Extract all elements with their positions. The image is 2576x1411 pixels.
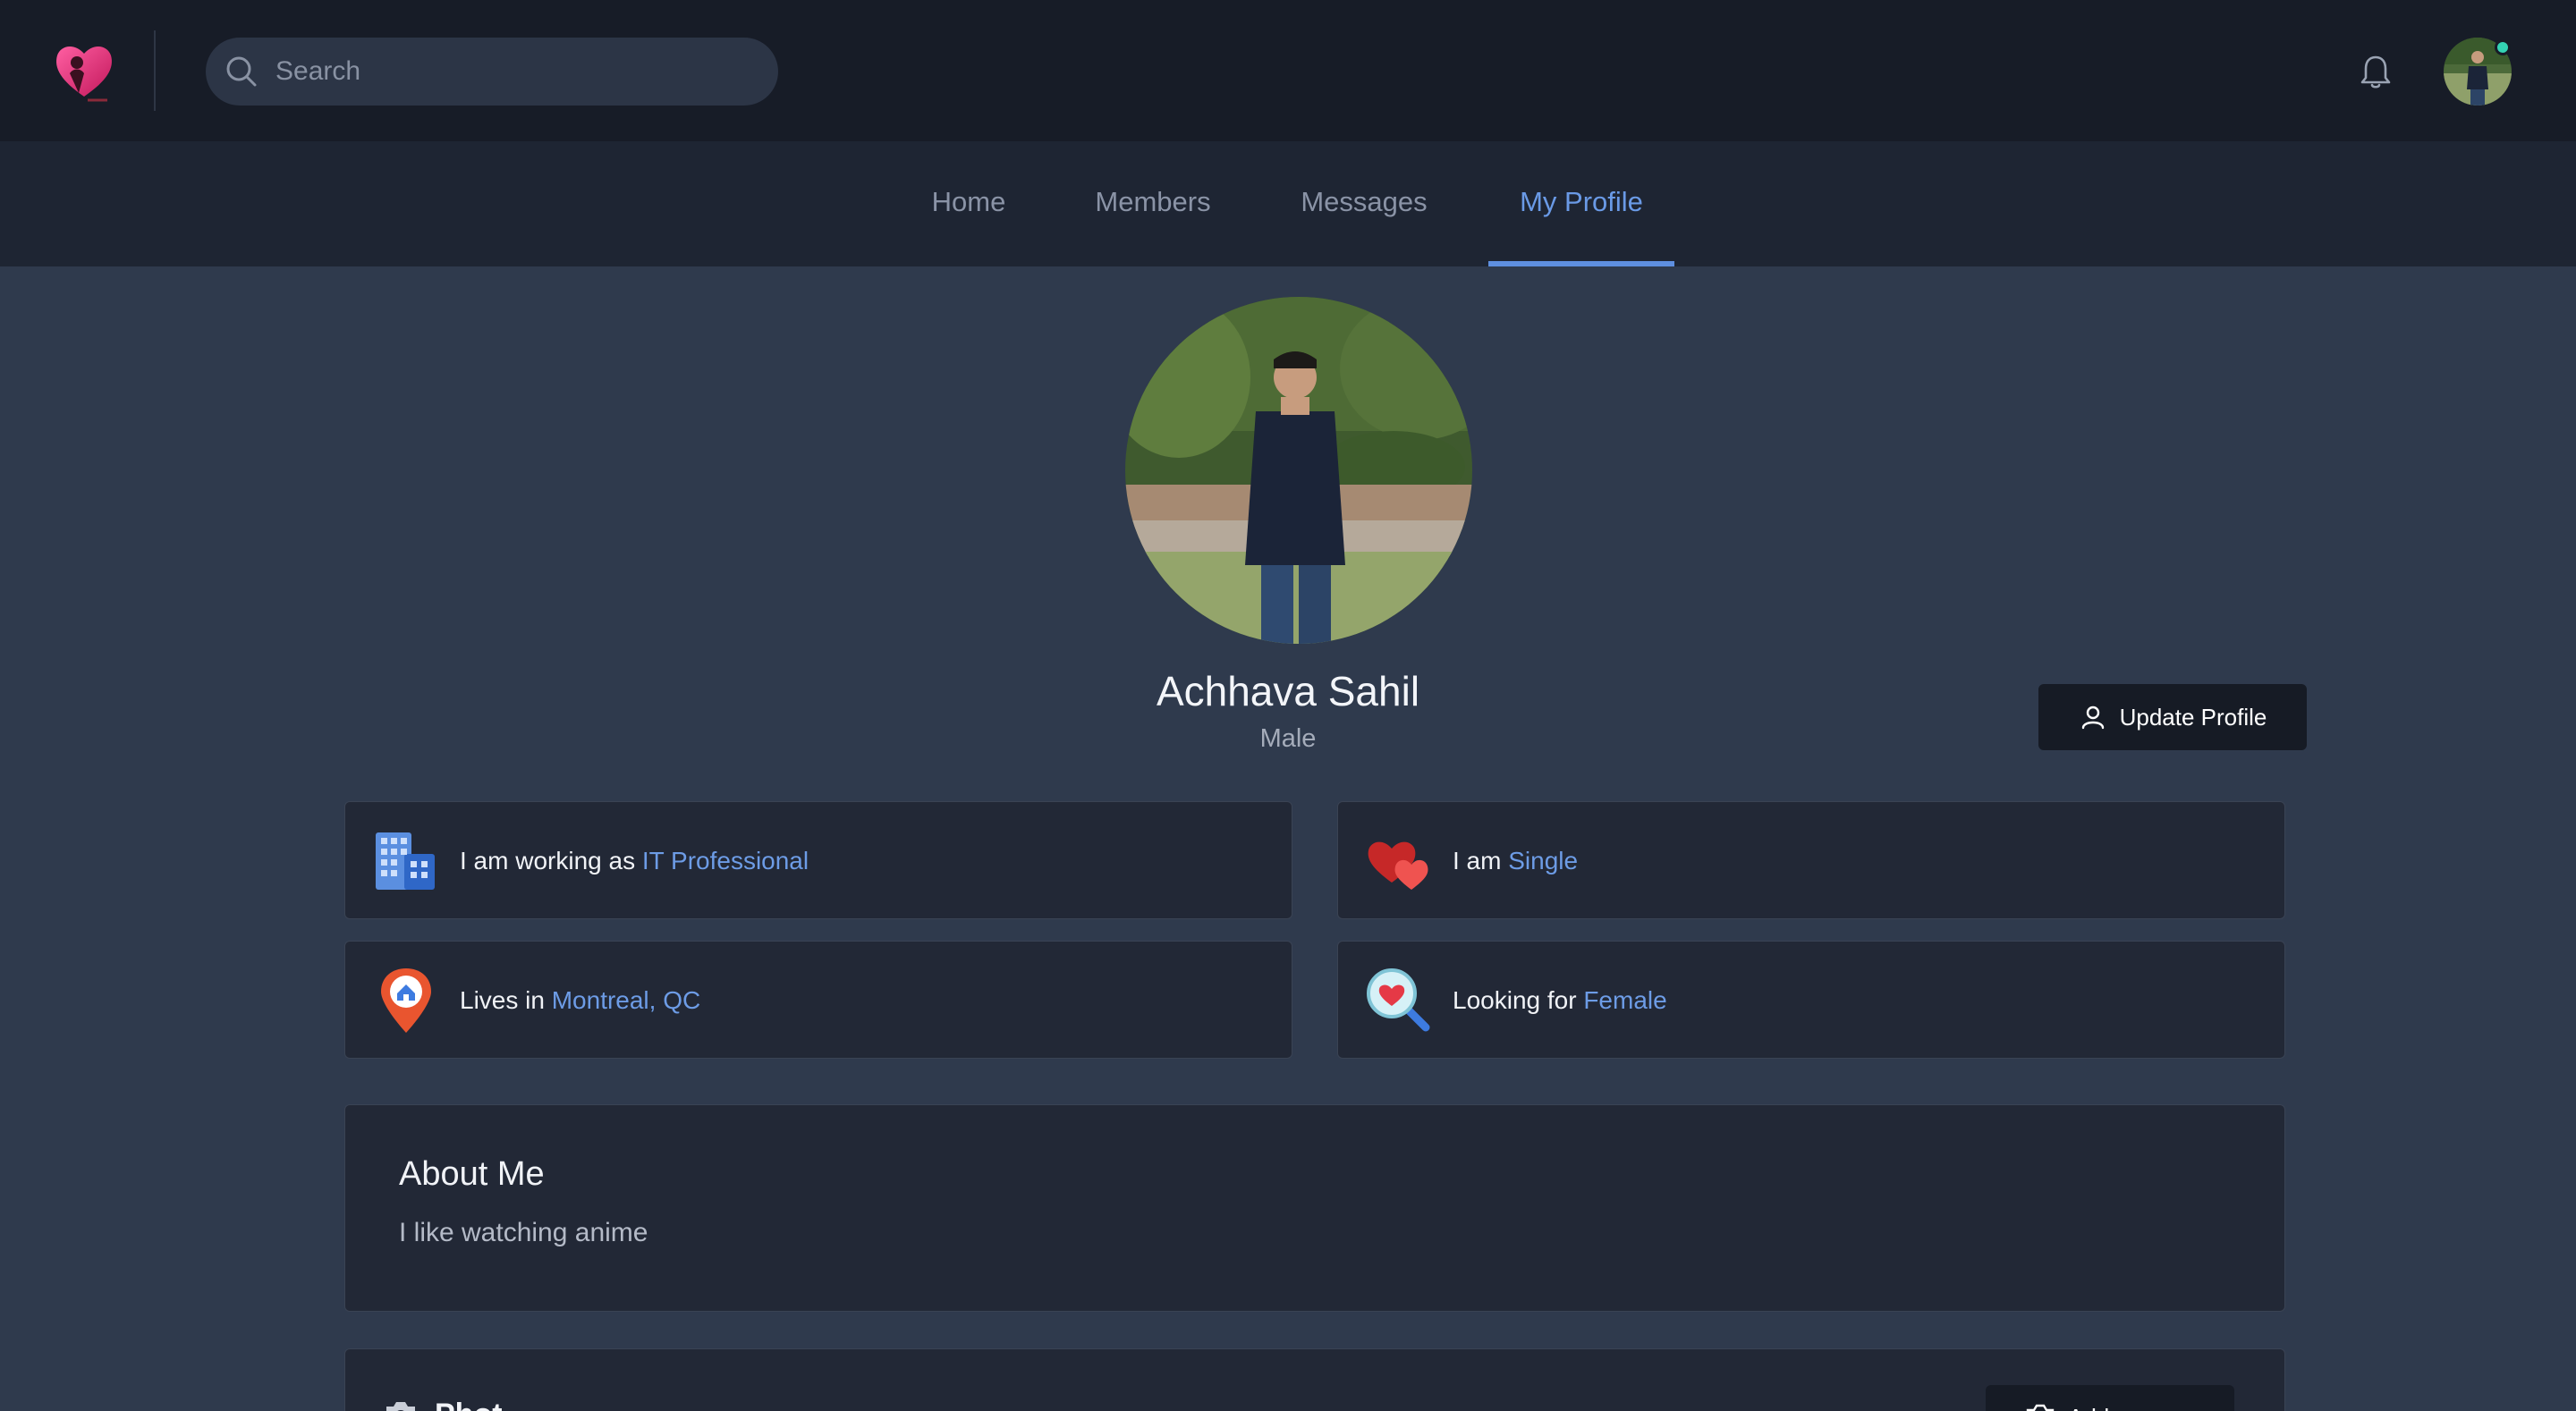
profile-photo [1125, 297, 1472, 644]
location-text: Lives in Montreal, QC [460, 942, 700, 1060]
camera-icon [386, 1402, 415, 1411]
photos-title: Phot [435, 1398, 503, 1411]
two-hearts-icon [1368, 841, 1428, 890]
add-photo-label: Add [2068, 1404, 2109, 1411]
location-value: Montreal, QC [551, 986, 701, 1014]
about-me-title: About Me [399, 1155, 545, 1193]
online-status-dot [2495, 39, 2511, 55]
heart-search-icon [1367, 968, 1430, 1032]
work-prefix: I am working as [460, 847, 642, 874]
search-bar[interactable] [206, 38, 778, 106]
home-pin-icon [381, 968, 431, 1033]
camera-plus-icon [2026, 1404, 2055, 1411]
tab-members[interactable]: Members [1084, 141, 1222, 266]
office-building-icon [376, 832, 435, 890]
user-icon [2081, 706, 2104, 730]
about-me-text: I like watching anime [399, 1218, 648, 1247]
logo-divider [154, 30, 156, 111]
location-prefix: Lives in [460, 986, 552, 1014]
profile-name: Achhava Sahil [1156, 668, 1420, 714]
work-text: I am working as IT Professional [460, 802, 809, 920]
about-me-card: About Me I like watching anime [344, 1104, 2285, 1312]
app-logo-icon[interactable] [52, 38, 116, 106]
photos-card: Phot Add [344, 1348, 2285, 1411]
update-profile-label: Update Profile [2119, 703, 2267, 731]
status-prefix: I am [1453, 847, 1509, 874]
update-profile-button[interactable]: Update Profile [2038, 684, 2307, 750]
looking-for-card: Looking for Female [1337, 941, 2285, 1059]
status-value: Single [1508, 847, 1579, 874]
location-card: Lives in Montreal, QC [344, 941, 1292, 1059]
profile-gender: Male [1259, 724, 1317, 753]
looking-prefix: Looking for [1453, 986, 1584, 1014]
work-card: I am working as IT Professional [344, 801, 1292, 919]
looking-value: Female [1583, 986, 1667, 1014]
add-photo-button[interactable]: Add [1986, 1385, 2234, 1411]
tab-home[interactable]: Home [916, 141, 1021, 266]
looking-for-text: Looking for Female [1453, 942, 1667, 1060]
top-header [0, 0, 2576, 141]
relationship-text: I am Single [1453, 802, 1578, 920]
tab-my-profile[interactable]: My Profile [1488, 141, 1674, 266]
search-icon [226, 56, 257, 87]
relationship-card: I am Single [1337, 801, 2285, 919]
work-value: IT Professional [641, 847, 809, 874]
main-nav: Home Members Messages My Profile [0, 141, 2576, 266]
notification-bell-icon[interactable] [2358, 52, 2394, 91]
tab-messages[interactable]: Messages [1283, 141, 1445, 266]
search-input[interactable] [275, 38, 758, 106]
